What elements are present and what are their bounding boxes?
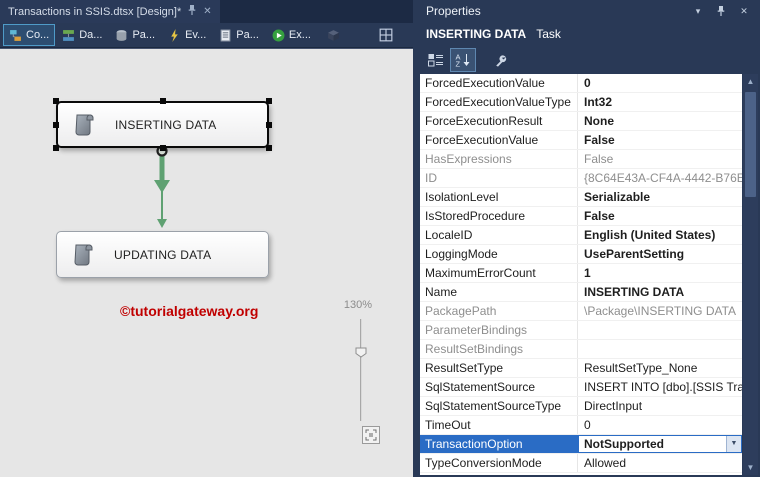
task-label: UPDATING DATA (114, 247, 212, 262)
property-row[interactable]: LocaleID English (United States) (420, 226, 742, 245)
document-tab[interactable]: Transactions in SSIS.dtsx [Design]* ✕ (0, 0, 220, 23)
property-pages-icon[interactable] (489, 49, 513, 71)
object-name: INSERTING DATA (426, 27, 527, 41)
close-icon[interactable]: ✕ (203, 6, 211, 17)
fit-to-window-button[interactable] (362, 426, 380, 444)
selection-handle[interactable] (53, 121, 59, 128)
properties-toolbar: AZ (418, 46, 760, 74)
pin-icon[interactable] (187, 4, 197, 19)
designer-tab-label: Ev... (185, 29, 207, 41)
selection-handle[interactable] (53, 98, 59, 104)
zoom-control: 130% (334, 299, 382, 444)
selection-handle[interactable] (159, 145, 166, 151)
categorized-icon[interactable] (424, 49, 448, 71)
property-row[interactable]: ResultSetType ResultSetType_None (420, 359, 742, 378)
property-row[interactable]: MaximumErrorCount 1 (420, 264, 742, 283)
scroll-up-icon[interactable]: ▲ (743, 74, 758, 89)
designer-tab-label: Da... (79, 29, 103, 41)
data-flow-icon (62, 29, 75, 42)
zoom-level-label: 130% (343, 299, 373, 311)
close-icon[interactable]: ✕ (736, 3, 752, 19)
precedence-constraint-arrow[interactable] (130, 144, 194, 236)
scrollbar-thumb[interactable] (745, 92, 756, 197)
property-row[interactable]: ResultSetBindings (420, 340, 742, 359)
designer-pane: Transactions in SSIS.dtsx [Design]* ✕ Co… (0, 0, 413, 477)
property-row[interactable]: Name INSERTING DATA (420, 283, 742, 302)
designer-tab-data-flow[interactable]: Da... (57, 25, 107, 45)
document-tabstrip: Transactions in SSIS.dtsx [Design]* ✕ (0, 0, 413, 23)
zoom-slider-handle[interactable] (355, 345, 367, 358)
designer-tab-label: Co... (26, 29, 50, 41)
designer-tab-label: Pa... (132, 29, 156, 41)
designer-tab-package-explorer[interactable]: Pa... (214, 25, 264, 45)
property-row[interactable]: LoggingMode UseParentSetting (420, 245, 742, 264)
property-row[interactable]: SqlStatementSourceType DirectInput (420, 397, 742, 416)
document-tab-title: Transactions in SSIS.dtsx [Design]* (8, 5, 182, 18)
designer-tab-control-flow[interactable]: Co... (2, 24, 56, 46)
execute-sql-task-icon (70, 241, 98, 269)
properties-title: Properties (426, 4, 481, 18)
alphabetical-sort-icon[interactable]: AZ (450, 48, 476, 72)
execute-sql-task-icon (71, 111, 99, 139)
property-row[interactable]: TypeConversionMode Allowed (420, 454, 742, 473)
event-handlers-icon (168, 28, 181, 42)
pin-icon[interactable] (713, 3, 729, 19)
property-row[interactable]: HasExpressions False (420, 150, 742, 169)
control-flow-icon (9, 29, 22, 42)
property-row[interactable]: TimeOut 0 (420, 416, 742, 435)
selection-handle[interactable] (159, 98, 166, 104)
parameters-icon (115, 29, 128, 42)
task-inserting-data[interactable]: INSERTING DATA (53, 98, 272, 151)
property-row[interactable]: ForcedExecutionValue 0 (420, 74, 742, 93)
selection-handle[interactable] (53, 145, 59, 151)
ide-window: Transactions in SSIS.dtsx [Design]* ✕ Co… (0, 0, 760, 477)
designer-toolbar: Co... Da... Pa... Ev... Pa... Ex... (0, 23, 413, 48)
property-value: NotSupported (584, 437, 664, 451)
properties-titlebar[interactable]: Properties ▾ ✕ (418, 0, 760, 22)
task-label: INSERTING DATA (115, 117, 217, 132)
properties-panel: Properties ▾ ✕ INSERTING DATA Task AZ Fo… (418, 0, 760, 477)
designer-tab-parameters[interactable]: Pa... (110, 25, 160, 45)
property-row[interactable]: SqlStatementSource INSERT INTO [dbo].[SSI… (420, 378, 742, 397)
property-row[interactable]: ID{8C64E43A-CF4A-4442-B76E-A7 (420, 169, 742, 188)
scroll-down-icon[interactable]: ▼ (743, 460, 758, 475)
property-row[interactable]: ForceExecutionValue False (420, 131, 742, 150)
property-row[interactable]: ForcedExecutionValueType Int32 (420, 93, 742, 112)
designer-tab-event-handlers[interactable]: Ev... (163, 25, 211, 45)
selected-object-header: INSERTING DATA Task (418, 22, 760, 46)
window-grid-icon[interactable] (379, 28, 393, 42)
package-explorer-icon (219, 29, 232, 42)
property-row[interactable]: IsolationLevel Serializable (420, 188, 742, 207)
selection-handle[interactable] (266, 98, 272, 104)
designer-tab-label: Ex... (288, 29, 311, 41)
property-grid: ForcedExecutionValue 0 ForcedExecutionVal… (420, 74, 742, 475)
property-row[interactable]: ParameterBindings (420, 321, 742, 340)
task-updating-data[interactable]: UPDATING DATA (56, 231, 269, 278)
zoom-slider-track[interactable] (360, 319, 362, 421)
property-row[interactable]: IsStoredProcedure False (420, 207, 742, 226)
designer-tab-execution-results[interactable]: Ex... (267, 25, 316, 45)
property-row-transactionoption[interactable]: TransactionOption NotSupported ▼ (420, 435, 742, 454)
package-cube-icon[interactable] (327, 29, 340, 42)
object-type: Task (536, 27, 561, 41)
execution-results-icon (272, 29, 285, 42)
property-row[interactable]: ForceExecutionResult None (420, 112, 742, 131)
designer-tab-label: Pa... (236, 29, 259, 41)
dropdown-button[interactable]: ▼ (726, 436, 741, 452)
properties-scrollbar[interactable]: ▲ ▼ (743, 74, 758, 475)
selection-handle[interactable] (266, 145, 272, 151)
property-row[interactable]: PackagePath \Package\INSERTING DATA (420, 302, 742, 321)
svg-text:Z: Z (456, 60, 461, 68)
window-menu-icon[interactable]: ▾ (690, 3, 706, 19)
design-canvas[interactable]: INSERTING DATA UPDATING DATA ©tutorialga… (0, 48, 413, 477)
watermark-text: ©tutorialgateway.org (120, 303, 259, 319)
selection-handle[interactable] (266, 121, 272, 128)
